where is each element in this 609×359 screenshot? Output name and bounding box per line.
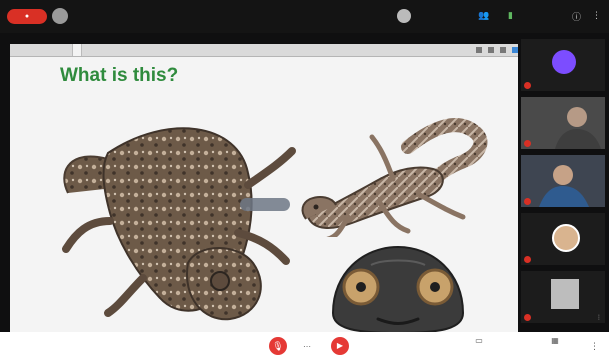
share-tab[interactable] [38,44,46,56]
small-lizard-image [301,118,488,237]
share-control-icon[interactable] [500,47,506,53]
recording-indicator[interactable]: ● [7,9,47,24]
host-avatar [52,8,68,24]
mic-muted-icon [524,82,531,89]
participant-avatar [552,224,580,252]
meeting-window: { "meeting": { "recording_label": "", "t… [0,0,609,359]
presenter-avatar [397,9,411,23]
share-toolbar [10,44,518,57]
mic-off-button[interactable]: 🎙 [269,337,287,355]
participant-video [521,97,605,149]
camera-off-icon: ▶ [336,341,344,350]
more-vert-icon[interactable]: ⋮ [590,341,599,352]
mic-muted-icon [524,198,531,205]
chat-icon[interactable]: ▮ [508,10,513,21]
present-screen-icon: ▭ [475,336,483,345]
participant-tile[interactable] [521,213,605,265]
participant-tile[interactable]: ⋮ [521,271,605,323]
more-vert-icon[interactable]: ⋮ [596,314,602,321]
participant-video-tile[interactable] [521,155,605,207]
recording-icon: ● [24,13,30,20]
slide-title: What is this? [60,65,179,86]
participant-video-tile[interactable] [521,97,605,149]
mic-muted-icon [524,314,531,321]
mic-muted-icon [524,140,531,147]
lizard-head-image [331,245,465,332]
participant-tile[interactable] [521,39,605,91]
present-now-button[interactable]: ▭ [462,336,496,346]
shared-slide: What is this? [10,57,518,332]
share-tab-active[interactable] [72,44,82,56]
participants-panel: ⋮ [519,33,609,329]
participant-video [521,155,605,207]
top-bar: ● 👥 ▮ ⓘ ⋮ [0,0,609,33]
people-icon[interactable]: 👥 [478,10,489,21]
more-horiz-icon[interactable]: ⋯ [303,342,311,351]
camera-off-button[interactable]: ▶ [331,337,349,355]
layout-icon: ▦ [551,336,559,345]
share-control-icon[interactable] [488,47,494,53]
viewer-overlay-control[interactable] [240,198,290,211]
share-control-icon[interactable] [512,47,518,53]
layout-button[interactable]: ▦ [538,336,572,346]
participant-avatar [552,50,576,74]
share-control-icon[interactable] [476,47,482,53]
bottom-toolbar: 🎙 ⋯ ▶ ▭ ▦ ⋮ [0,332,609,359]
participant-placeholder [551,279,579,309]
share-tab[interactable] [12,44,20,56]
mic-muted-icon [524,256,531,263]
more-vert-icon[interactable]: ⋮ [592,10,601,21]
mic-off-icon: 🎙 [272,341,284,351]
info-icon[interactable]: ⓘ [572,10,581,23]
